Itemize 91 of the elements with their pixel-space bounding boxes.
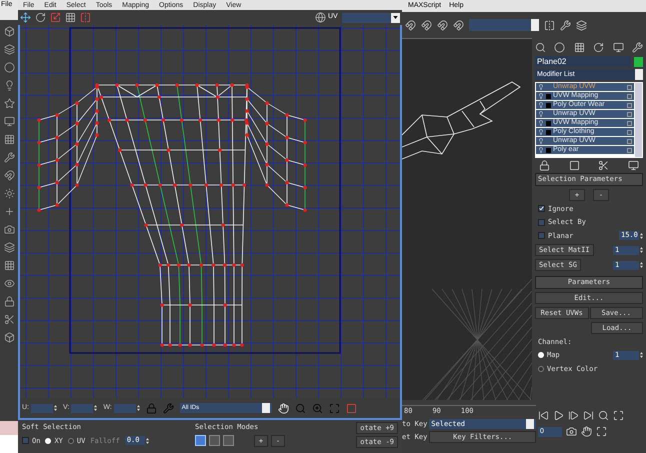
- globe-icon[interactable]: [315, 12, 326, 23]
- snap-icon[interactable]: [421, 20, 432, 30]
- spinner-arrows-icon[interactable]: [54, 404, 57, 412]
- mirror-icon[interactable]: [80, 12, 91, 23]
- rotate-icon[interactable]: [35, 12, 46, 23]
- dropdown-arrow-icon[interactable]: [393, 16, 398, 19]
- spinner-arrows-icon[interactable]: [640, 261, 643, 269]
- tool-icon[interactable]: [4, 26, 14, 37]
- radio-button[interactable]: [538, 352, 544, 358]
- tool-icon[interactable]: [4, 44, 14, 55]
- object-color-swatch[interactable]: [634, 56, 643, 66]
- checkbox[interactable]: [538, 218, 545, 226]
- tool-icon[interactable]: [4, 170, 14, 181]
- coordinate-field[interactable]: [114, 404, 136, 412]
- next-frame-icon[interactable]: [568, 410, 579, 421]
- coordinate-field[interactable]: [31, 404, 53, 412]
- layers-icon[interactable]: [576, 20, 587, 30]
- spinner-arrows-icon[interactable]: [146, 436, 149, 445]
- go-to-start-icon[interactable]: [538, 410, 549, 421]
- stack-item-checkbox[interactable]: [627, 94, 632, 98]
- tool-icon[interactable]: [4, 242, 14, 253]
- bulb-icon[interactable]: [538, 120, 544, 126]
- play-icon[interactable]: [553, 410, 564, 421]
- radio-button[interactable]: [45, 438, 52, 444]
- stack-item-checkbox[interactable]: [627, 148, 632, 152]
- snap-icon[interactable]: [453, 20, 464, 30]
- snap-icon[interactable]: [437, 20, 448, 30]
- stack-item-checkbox[interactable]: [627, 84, 632, 90]
- zoom-icon[interactable]: [598, 410, 609, 421]
- tool-icon[interactable]: [4, 188, 14, 199]
- stack-item-checkbox[interactable]: [627, 120, 632, 126]
- tool-icon[interactable]: [4, 116, 14, 127]
- tool-icon[interactable]: [4, 296, 14, 307]
- spinner-arrows-icon[interactable]: [94, 404, 98, 412]
- panel-tab-icon[interactable]: [574, 42, 585, 52]
- scrollbar[interactable]: [635, 83, 642, 157]
- snap-icon[interactable]: [405, 20, 416, 30]
- selection-mode-button[interactable]: [195, 435, 206, 446]
- spinner-arrows-icon[interactable]: [640, 246, 643, 254]
- pan-icon[interactable]: [581, 426, 592, 437]
- camera-icon[interactable]: [566, 426, 577, 437]
- spinner-arrows-icon[interactable]: [136, 404, 140, 412]
- tool-icon[interactable]: [4, 134, 14, 145]
- panel-tab-icon[interactable]: [632, 42, 643, 52]
- maximize-icon[interactable]: [596, 426, 607, 437]
- go-to-end-icon[interactable]: [583, 410, 594, 421]
- tool-icon[interactable]: [4, 98, 14, 109]
- tool-icon[interactable]: [4, 278, 14, 289]
- freeform-icon[interactable]: [65, 12, 76, 23]
- panel-tab-icon[interactable]: [554, 42, 566, 52]
- tool-icon[interactable]: [4, 314, 14, 325]
- bulb-icon[interactable]: [538, 93, 544, 99]
- bulb-icon[interactable]: [538, 147, 544, 153]
- bulb-icon[interactable]: [538, 129, 544, 135]
- tool-icon[interactable]: [4, 80, 14, 91]
- spinner-arrows-icon[interactable]: [640, 351, 643, 360]
- expand-toggle[interactable]: [546, 148, 551, 152]
- panel-tab-icon[interactable]: [593, 42, 604, 52]
- tool-icon[interactable]: [4, 224, 14, 235]
- bulb-icon[interactable]: [538, 84, 544, 90]
- move-icon[interactable]: [20, 12, 31, 23]
- radio-button[interactable]: [538, 366, 544, 372]
- color-swatch[interactable]: [0, 421, 18, 435]
- stack-item-checkbox[interactable]: [627, 130, 632, 134]
- checkbox[interactable]: [538, 232, 545, 240]
- stack-item-checkbox[interactable]: [627, 102, 632, 108]
- tool-icon[interactable]: [4, 206, 14, 217]
- zoom-extents-icon[interactable]: [613, 410, 624, 421]
- pan-icon[interactable]: [278, 402, 289, 414]
- panel-tab-icon[interactable]: [535, 42, 546, 52]
- radio-button[interactable]: [68, 438, 74, 444]
- checkbox[interactable]: [22, 437, 29, 444]
- color-swatch[interactable]: [0, 435, 18, 453]
- texture-dropdown[interactable]: [342, 12, 400, 22]
- coordinate-field[interactable]: [71, 404, 94, 412]
- tool-icon[interactable]: [4, 62, 14, 73]
- bulb-icon[interactable]: [538, 138, 544, 144]
- bulb-icon[interactable]: [538, 111, 544, 117]
- tool-icon[interactable]: [4, 260, 14, 271]
- selection-set-dropdown[interactable]: [469, 19, 539, 31]
- object-name-field[interactable]: Plane02: [535, 56, 631, 67]
- mirror-icon[interactable]: [544, 20, 555, 30]
- scale-icon[interactable]: [50, 12, 61, 23]
- spinner-arrows-icon[interactable]: [640, 232, 643, 240]
- checkbox[interactable]: [538, 205, 545, 212]
- stack-item-checkbox[interactable]: [627, 112, 632, 116]
- panel-tab-icon[interactable]: [612, 42, 624, 52]
- tool-icon[interactable]: [4, 332, 14, 343]
- bulb-icon[interactable]: [538, 102, 544, 108]
- tool-icon[interactable]: [4, 152, 14, 163]
- stack-item-checkbox[interactable]: [627, 138, 632, 144]
